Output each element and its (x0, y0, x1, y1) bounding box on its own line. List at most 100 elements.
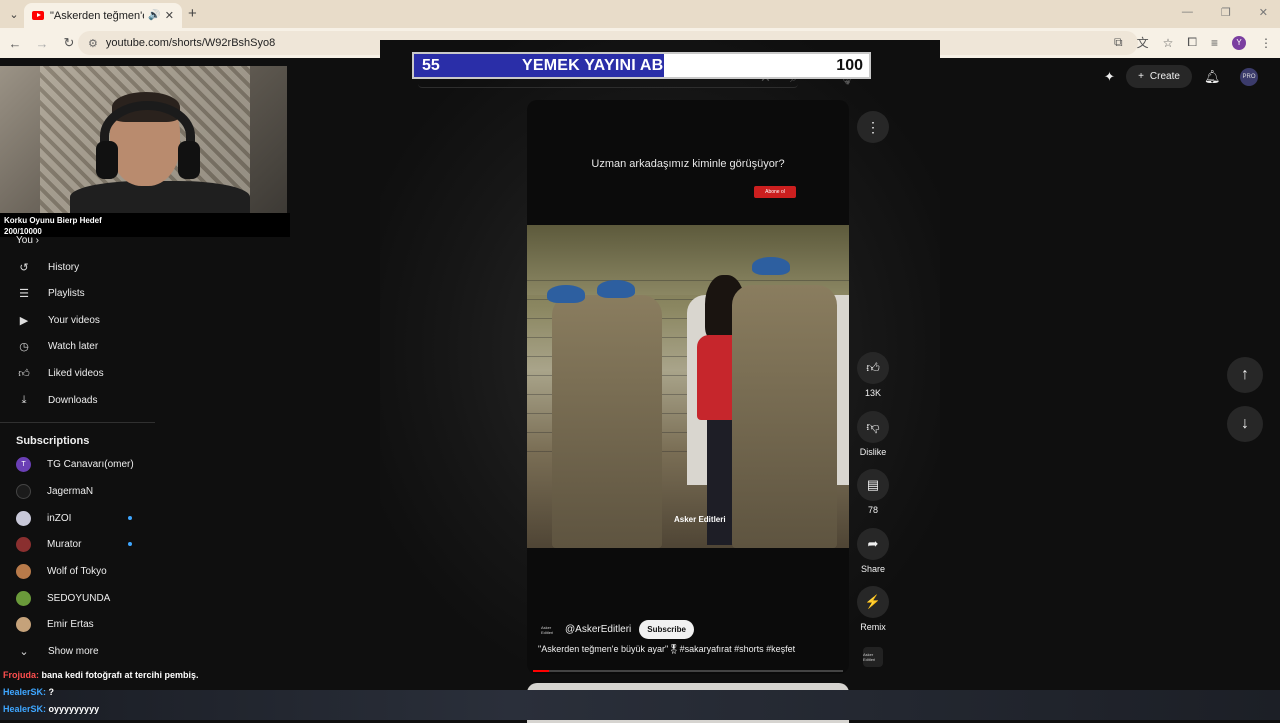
forward-icon[interactable]: → (30, 36, 54, 51)
dislike-label: Dislike (859, 447, 887, 457)
sidebar-item-history[interactable]: ↺ History (16, 257, 79, 277)
channel-avatar: T (16, 456, 31, 472)
browser-tab[interactable]: "Askerden teğmen'e büyük 🔊 ✕ (24, 3, 182, 28)
arrow-down-icon: ↓ (1241, 415, 1249, 432)
subscription-item[interactable]: Emir Ertas (16, 614, 94, 634)
plus-icon: + (1138, 71, 1144, 82)
share-action[interactable]: ➦ Share (857, 528, 889, 574)
bottom-overlay-strip (0, 690, 1280, 720)
like-icon[interactable]: 👍︎ (857, 352, 889, 384)
arrow-up-icon: ↑ (1241, 366, 1249, 383)
dislike-icon[interactable]: 👎︎ (857, 411, 889, 443)
video-description[interactable]: "Askerden teğmen'e büyük ayar"🎖#sakaryaf… (538, 644, 795, 655)
subscription-item[interactable]: Murator (16, 534, 81, 554)
video-caption: Uzman arkadaşımız kiminle görüşüyor? (591, 158, 785, 170)
more-options-button[interactable]: ⋮ (857, 111, 889, 143)
sidebar-item-label: Your videos (48, 314, 100, 326)
search-bar[interactable] (418, 80, 798, 88)
install-icon[interactable]: ⧉ (1114, 35, 1123, 50)
channel-thumbnail[interactable]: Asker Editleri (863, 647, 883, 667)
extensions-icon[interactable]: ⧠ (1187, 35, 1197, 50)
subscriber-goal-bar: 55 YEMEK YAYINI ABONE HEDEFİ 100 (412, 52, 871, 79)
channel-avatar (16, 483, 31, 499)
tab-search-icon[interactable]: ⌄ (2, 4, 26, 24)
create-button[interactable]: + Create (1126, 65, 1192, 88)
shorts-player[interactable]: Uzman arkadaşımız kiminle görüşüyor? Abo… (527, 100, 849, 674)
notifications-bell-icon[interactable]: 🔔︎ (1204, 69, 1221, 85)
abone-badge: Abone ol (754, 186, 796, 198)
channel-avatar (16, 510, 31, 526)
beret (547, 285, 585, 303)
restore-icon[interactable]: ❐ (1221, 6, 1231, 19)
subscription-label: Murator (47, 538, 82, 550)
next-short-button[interactable]: ↓ (1227, 406, 1263, 442)
share-label: Share (860, 564, 886, 574)
translate-icon[interactable]: 文 (1137, 34, 1149, 51)
subscriptions-heading[interactable]: Subscriptions (16, 435, 89, 447)
sidebar-item-label: Playlists (48, 287, 85, 299)
remix-icon[interactable]: ⚡ (857, 586, 889, 618)
profile-avatar[interactable]: Y (1232, 35, 1246, 50)
sidebar-item-liked-videos[interactable]: 👍︎ Liked videos (16, 363, 104, 383)
channel-avatar[interactable]: Asker Editleri (541, 622, 557, 638)
subscribe-button[interactable]: Subscribe (639, 620, 694, 639)
you-label: You (16, 235, 33, 246)
site-info-icon[interactable]: ⚙ (88, 37, 98, 50)
goal-title: YEMEK YAYINI ABONE HEDEFİ (522, 57, 764, 74)
url-text: youtube.com/shorts/W92rBshSyo8 (105, 37, 276, 49)
remix-action[interactable]: ⚡ Remix (857, 586, 889, 632)
cast-icon[interactable]: ✦ (1104, 69, 1115, 85)
chat-text: oyyyyyyyyy (46, 704, 100, 714)
close-tab-icon[interactable]: ✕ (165, 9, 174, 22)
audio-playing-icon[interactable]: 🔊 (148, 10, 160, 21)
subscription-item[interactable]: T TG Canavarı(omer) (16, 454, 134, 474)
subscription-item[interactable]: Wolf of Tokyo (16, 561, 107, 581)
like-action[interactable]: 👍︎ 13K (857, 352, 889, 398)
video-progress-bar[interactable] (533, 670, 843, 672)
remix-label: Remix (860, 622, 886, 632)
comment-icon[interactable]: ▤ (857, 469, 889, 501)
show-more-button[interactable]: ⌄ Show more (16, 641, 98, 661)
new-content-dot (128, 542, 132, 546)
liked-icon: 👍︎ (18, 367, 30, 380)
new-tab-icon[interactable]: + (188, 5, 197, 22)
channel-avatar (16, 563, 31, 579)
chat-text: ? (46, 687, 55, 697)
browser-menu-icon[interactable]: ⋮ (1260, 36, 1272, 50)
subscription-label: Wolf of Tokyo (47, 565, 107, 577)
watch-later-icon: ◷ (19, 340, 29, 353)
sidebar-item-your-videos[interactable]: ▶ Your videos (16, 310, 100, 330)
share-icon[interactable]: ➦ (857, 528, 889, 560)
minimize-icon[interactable]: — (1182, 6, 1193, 19)
goal-max: 100 (836, 57, 863, 74)
media-queue-icon[interactable]: ≡ (1211, 36, 1218, 50)
sidebar-item-label: Liked videos (48, 367, 104, 379)
subscription-item[interactable]: JagermaN (16, 481, 93, 501)
channel-handle[interactable]: @AskerEditleri (565, 624, 631, 635)
playlists-icon: ☰ (19, 287, 29, 300)
sidebar-item-downloads[interactable]: ⤓ Downloads (16, 390, 98, 410)
sidebar-item-label: Downloads (48, 394, 98, 406)
soldier-right (732, 285, 837, 548)
sidebar-item-watch-later[interactable]: ◷ Watch later (16, 336, 98, 356)
sidebar-item-label: Watch later (48, 340, 99, 352)
back-icon[interactable]: ← (3, 36, 27, 51)
sidebar-item-playlists[interactable]: ☰ Playlists (16, 283, 85, 303)
subscription-item[interactable]: SEDOYUNDA (16, 588, 110, 608)
video-watermark: Asker Editleri (674, 515, 726, 524)
sidebar-you[interactable]: You › (16, 235, 39, 246)
bookmark-star-icon[interactable]: ☆ (1163, 36, 1174, 50)
video-progress-fill (533, 670, 549, 672)
create-label: Create (1149, 71, 1180, 82)
chevron-right-icon: › (35, 235, 39, 246)
account-avatar[interactable]: PRO (1240, 68, 1258, 86)
goal-line-2: 200/10000 (4, 227, 42, 236)
close-window-icon[interactable]: ✕ (1259, 6, 1268, 19)
soldier-left (552, 295, 662, 548)
channel-avatar (16, 616, 31, 632)
chat-message: HealerSK: oyyyyyyyyy (3, 704, 99, 714)
previous-short-button[interactable]: ↑ (1227, 357, 1263, 393)
comments-action[interactable]: ▤ 78 (857, 469, 889, 515)
subscription-item[interactable]: inZOI (16, 508, 71, 528)
dislike-action[interactable]: 👎︎ Dislike (857, 411, 889, 457)
